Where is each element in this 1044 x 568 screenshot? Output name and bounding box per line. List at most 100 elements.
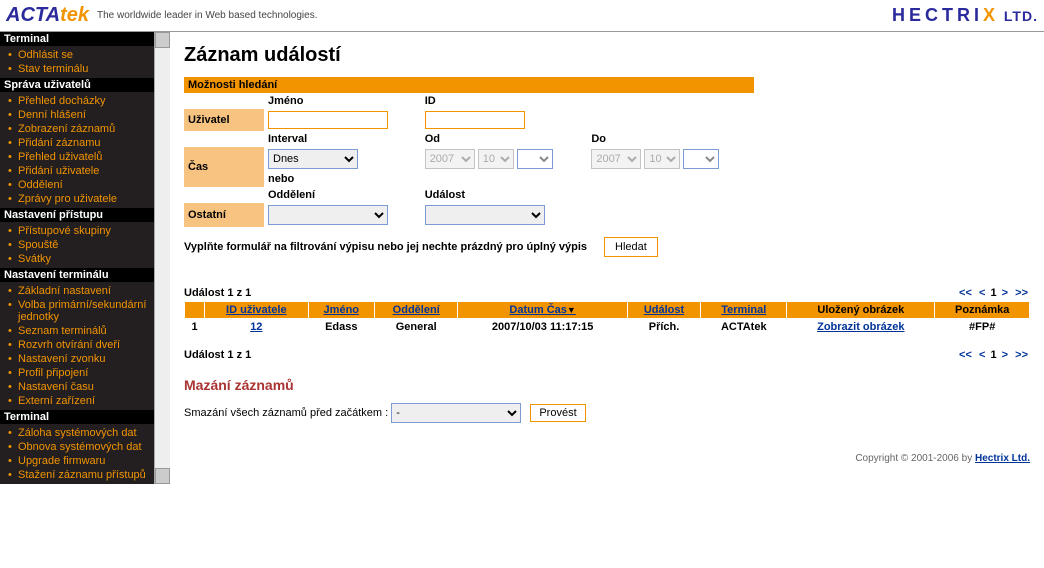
sidebar-item[interactable]: Upgrade firmwaru [0, 454, 154, 468]
table-row: 1 12 Edass General 2007/10/03 11:17:15 P… [185, 319, 1030, 336]
scroll-down-icon[interactable] [155, 468, 170, 484]
col-dep[interactable]: Oddělení [393, 304, 440, 316]
pager-first[interactable]: << [959, 287, 972, 299]
sidebar-item[interactable]: Profil připojení [0, 366, 154, 380]
result-summary-bottom: Událost 1 z 1 [184, 349, 251, 361]
delete-title: Mazání záznamů [184, 377, 1030, 393]
sidebar-item[interactable]: Externí zařízení [0, 394, 154, 408]
sidebar-item[interactable]: Stav terminálu [0, 62, 154, 76]
user-id-link[interactable]: 12 [250, 321, 262, 333]
sidebar-link[interactable]: Záloha systémových dat [18, 427, 137, 439]
pager-next[interactable]: > [1002, 287, 1008, 299]
sidebar-link[interactable]: Volba primární/sekundární jednotky [18, 299, 146, 323]
logo-part-a: ACTA [6, 4, 60, 26]
sidebar-link[interactable]: Přehled docházky [18, 95, 105, 107]
sidebar-scrollbar[interactable] [154, 32, 170, 484]
pager-next[interactable]: > [1002, 349, 1008, 361]
delete-label: Smazání všech záznamů před začátkem : [184, 407, 388, 419]
search-button[interactable]: Hledat [604, 237, 658, 257]
input-id[interactable] [425, 111, 525, 129]
sidebar-item[interactable]: Přístupové skupiny [0, 224, 154, 238]
search-hint: Vyplňte formulář na filtrování výpisu ne… [184, 241, 604, 253]
sidebar-item[interactable]: Základní nastavení [0, 284, 154, 298]
sidebar-section-title: Terminal [0, 32, 154, 46]
sidebar-item[interactable]: Zobrazení záznamů [0, 122, 154, 136]
sidebar-item[interactable]: Seznam terminálů [0, 324, 154, 338]
sidebar-link[interactable]: Základní nastavení [18, 285, 111, 297]
pager-last[interactable]: >> [1015, 287, 1028, 299]
sidebar-link[interactable]: Přístupové skupiny [18, 225, 111, 237]
sidebar-link[interactable]: Odhlásit se [18, 49, 73, 61]
sidebar-item[interactable]: Stažení záznamu přístupů [0, 468, 154, 482]
select-from-day[interactable] [517, 149, 553, 169]
top-header: ACTAtek The worldwide leader in Web base… [0, 0, 1044, 32]
label-time: Čas [184, 147, 264, 187]
col-terminal[interactable]: Terminal [721, 304, 766, 316]
pager-last[interactable]: >> [1015, 349, 1028, 361]
label-from: Od [421, 131, 588, 147]
delete-select[interactable]: - [391, 403, 521, 423]
sidebar-item[interactable]: Denní hlášení [0, 108, 154, 122]
pager-first[interactable]: << [959, 349, 972, 361]
label-interval: Interval [264, 131, 421, 147]
sidebar-link[interactable]: Nastavení času [18, 381, 94, 393]
sidebar-link[interactable]: Nastavení zvonku [18, 353, 105, 365]
sidebar-link[interactable]: Denní hlášení [18, 109, 86, 121]
sidebar-link[interactable]: Přidání záznamu [18, 137, 101, 149]
sidebar-link[interactable]: Spouště [18, 239, 58, 251]
sidebar-item[interactable]: Přehled docházky [0, 94, 154, 108]
select-department[interactable] [268, 205, 388, 225]
sidebar-item[interactable]: Svátky [0, 252, 154, 266]
sidebar-item[interactable]: Zprávy pro uživatele [0, 192, 154, 206]
pager-current: 1 [990, 349, 996, 361]
sidebar-item[interactable]: Přidání uživatele [0, 164, 154, 178]
col-datetime[interactable]: Datum Čas▼ [509, 304, 575, 316]
select-to-year: 2007 [591, 149, 641, 169]
footer-link[interactable]: Hectrix Ltd. [975, 453, 1030, 464]
sidebar-link[interactable]: Externí zařízení [18, 395, 95, 407]
sidebar-link[interactable]: Upgrade firmwaru [18, 455, 105, 467]
footer: Copyright © 2001-2006 by Hectrix Ltd. [184, 453, 1030, 464]
sidebar-item[interactable]: Obnova systémových dat [0, 440, 154, 454]
sort-desc-icon: ▼ [567, 305, 576, 315]
sidebar-item[interactable]: Nastavení zvonku [0, 352, 154, 366]
sidebar-item[interactable]: Oddělení [0, 178, 154, 192]
sidebar-item[interactable]: Přehled uživatelů [0, 150, 154, 164]
sidebar-link[interactable]: Profil připojení [18, 367, 88, 379]
sidebar-link[interactable]: Stav terminálu [18, 63, 88, 75]
sidebar-item[interactable]: Nastavení času [0, 380, 154, 394]
search-form: Jméno ID Uživatel Interval Od D [184, 93, 754, 227]
sidebar-link[interactable]: Zobrazení záznamů [18, 123, 115, 135]
sidebar-item[interactable]: Spouště [0, 238, 154, 252]
sidebar: TerminalOdhlásit seStav termináluSpráva … [0, 32, 170, 484]
select-to-day[interactable] [683, 149, 719, 169]
sidebar-link[interactable]: Rozvrh otvírání dveří [18, 339, 120, 351]
col-event[interactable]: Událost [644, 304, 684, 316]
sidebar-item[interactable]: Přidání záznamu [0, 136, 154, 150]
sidebar-link[interactable]: Obnova systémových dat [18, 441, 142, 453]
sidebar-link[interactable]: Seznam terminálů [18, 325, 107, 337]
delete-button[interactable]: Provést [530, 404, 585, 422]
col-id[interactable]: ID uživatele [226, 304, 287, 316]
sidebar-link[interactable]: Svátky [18, 253, 51, 265]
sidebar-link[interactable]: Zprávy pro uživatele [18, 193, 117, 205]
sidebar-item[interactable]: Odhlásit se [0, 48, 154, 62]
select-from-year: 2007 [425, 149, 475, 169]
sidebar-item[interactable]: Rozvrh otvírání dveří [0, 338, 154, 352]
pager-prev[interactable]: < [979, 287, 985, 299]
sidebar-link[interactable]: Stažení záznamu přístupů [18, 469, 146, 481]
scroll-up-icon[interactable] [155, 32, 170, 48]
sidebar-item[interactable]: Volba primární/sekundární jednotky [0, 298, 154, 324]
sidebar-link[interactable]: Přidání uživatele [18, 165, 99, 177]
input-name[interactable] [268, 111, 388, 129]
col-name[interactable]: Jméno [324, 304, 359, 316]
show-image-link[interactable]: Zobrazit obrázek [817, 321, 904, 333]
select-event[interactable] [425, 205, 545, 225]
pager-prev[interactable]: < [979, 349, 985, 361]
result-summary-top: Událost 1 z 1 [184, 287, 251, 299]
sidebar-link[interactable]: Oddělení [18, 179, 63, 191]
select-interval[interactable]: Dnes [268, 149, 358, 169]
sidebar-link[interactable]: Přehled uživatelů [18, 151, 102, 163]
sidebar-item[interactable]: Záloha systémových dat [0, 426, 154, 440]
col-image: Uložený obrázek [787, 302, 935, 319]
